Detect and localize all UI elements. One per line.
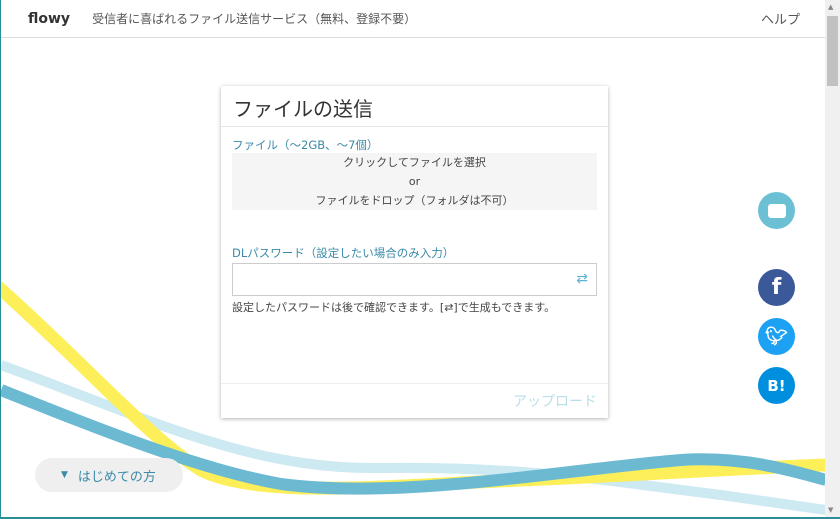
chat-button[interactable]	[758, 192, 795, 229]
scroll-down-icon[interactable]: ▼	[828, 506, 833, 514]
drop-line-1: クリックしてファイルを選択	[343, 156, 486, 169]
help-link[interactable]: ヘルプ	[761, 9, 800, 28]
caret-down-icon: ▼	[61, 470, 68, 480]
password-field[interactable]: ⇄	[232, 263, 597, 296]
scroll-up-icon[interactable]: ▲	[828, 3, 833, 11]
file-drop-zone[interactable]: クリックしてファイルを選択 or ファイルをドロップ（フォルダは不可）	[232, 153, 597, 210]
send-file-card: ファイルの送信 ファイル（～2GB、～7個） クリックしてファイルを選択 or …	[221, 86, 608, 418]
facebook-share-button[interactable]: f	[758, 269, 795, 306]
generate-password-icon[interactable]: ⇄	[576, 271, 588, 287]
scrollbar[interactable]: ▲ ▼	[825, 0, 840, 517]
upload-button[interactable]: アップロード	[513, 394, 597, 410]
password-hint: 設定したパスワードは後で確認できます。[⇄]で生成もできます。	[232, 301, 556, 314]
twitter-icon: 🐦︎	[765, 326, 788, 347]
tagline: 受信者に喜ばれるファイル送信サービス（無料、登録不要）	[92, 12, 417, 26]
password-input[interactable]	[233, 264, 596, 295]
scrollbar-thumb[interactable]	[827, 16, 838, 86]
first-time-label: はじめての方	[77, 469, 156, 485]
drop-line-2: ファイルをドロップ（フォルダは不可）	[315, 194, 514, 207]
drop-or: or	[408, 175, 421, 188]
header: flowy 受信者に喜ばれるファイル送信サービス（無料、登録不要） ヘルプ	[1, 0, 826, 38]
chat-icon	[767, 203, 786, 218]
twitter-share-button[interactable]: 🐦︎	[758, 318, 795, 355]
first-time-button[interactable]: ▼ はじめての方	[35, 458, 183, 492]
file-label: ファイル（～2GB、～7個）	[232, 138, 379, 152]
facebook-icon: f	[771, 275, 782, 300]
password-label: DLパスワード（設定したい場合のみ入力）	[232, 246, 455, 260]
card-title: ファイルの送信	[221, 86, 608, 127]
card-footer: アップロード	[221, 383, 608, 418]
hatena-bookmark-button[interactable]: B!	[758, 367, 795, 404]
logo[interactable]: flowy	[28, 11, 70, 27]
hatena-icon: B!	[767, 376, 786, 395]
